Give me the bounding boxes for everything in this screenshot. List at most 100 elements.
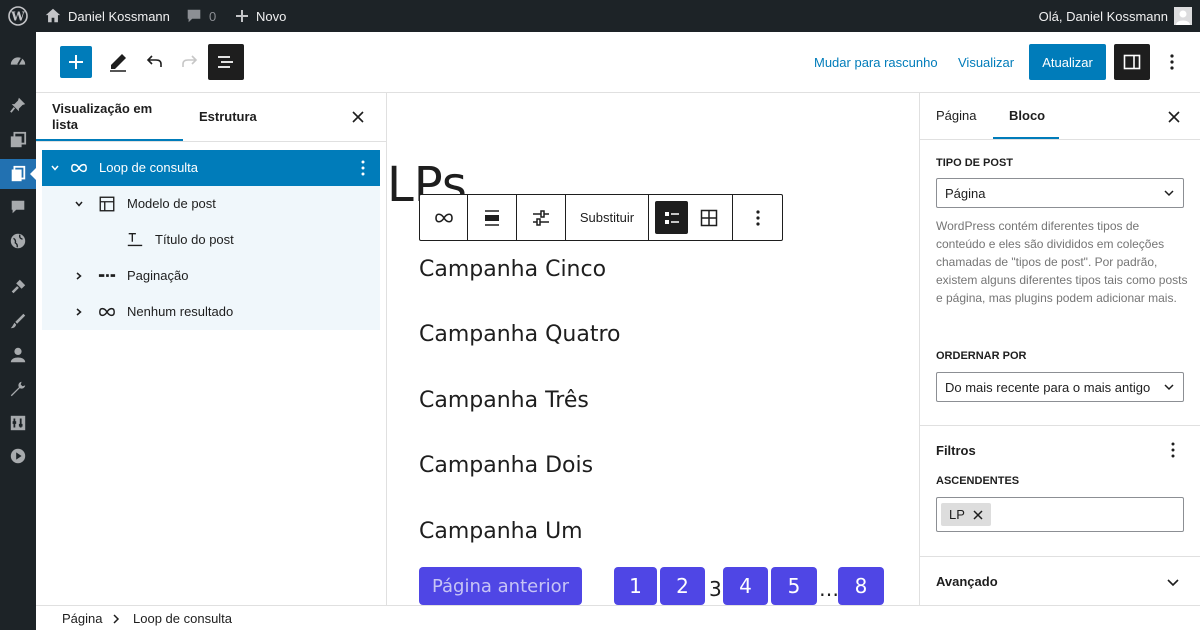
undo-button[interactable] — [138, 46, 170, 78]
post-title-item[interactable]: Campanha Um — [419, 519, 583, 544]
close-icon[interactable] — [973, 509, 983, 520]
loop-icon — [71, 163, 87, 173]
sidebar-icon — [1123, 54, 1141, 70]
new-content-link[interactable]: Novo — [234, 0, 286, 32]
list-item-pagination[interactable]: Paginação — [42, 258, 380, 294]
post-type-select[interactable]: Página — [936, 178, 1184, 208]
grid-icon — [700, 209, 717, 226]
list-view-layout-button[interactable] — [655, 201, 688, 234]
redo-button[interactable] — [174, 46, 206, 78]
tab-page[interactable]: Página — [936, 108, 976, 123]
plugins-menu[interactable] — [0, 272, 36, 302]
wordpress-logo-icon[interactable]: W — [8, 0, 28, 32]
options-menu-button[interactable] — [1160, 46, 1184, 78]
media-player-menu[interactable] — [0, 441, 36, 471]
pages-icon — [11, 165, 26, 182]
tools-button[interactable] — [102, 46, 134, 78]
preview-button[interactable]: Visualizar — [958, 44, 1014, 80]
chevron-down-icon[interactable] — [50, 163, 60, 173]
comment-icon — [187, 9, 201, 23]
advanced-heading[interactable]: Avançado — [936, 574, 998, 589]
display-settings-button[interactable] — [517, 195, 566, 240]
posts-menu[interactable] — [0, 90, 36, 120]
page-number-button[interactable]: 2 — [660, 567, 705, 605]
grid-view-layout-button[interactable] — [692, 201, 725, 234]
editor-canvas: LPs Substituir Campanha Cinco Campanha Q… — [387, 93, 919, 605]
media-icon — [10, 131, 27, 148]
parents-token-field[interactable]: LP — [936, 497, 1184, 532]
user-icon — [10, 347, 26, 363]
order-by-label: ORDERNAR POR — [936, 350, 1027, 362]
loop-icon — [434, 212, 453, 223]
site-name-link[interactable]: Daniel Kossmann — [44, 0, 170, 32]
appearance-menu[interactable] — [0, 226, 36, 256]
media-menu[interactable] — [0, 125, 36, 155]
globe-icon — [10, 233, 26, 249]
tools-brush-menu[interactable] — [0, 306, 36, 336]
current-page: 3 — [709, 577, 722, 601]
users-menu[interactable] — [0, 340, 36, 370]
divider — [920, 425, 1200, 426]
post-title-item[interactable]: Campanha Três — [419, 388, 589, 413]
chevron-right-icon[interactable] — [74, 271, 84, 281]
chevron-down-icon[interactable] — [74, 199, 84, 209]
post-type-help: WordPress contém diferentes tipos de con… — [936, 219, 1188, 305]
list-item-label: Título do post — [155, 232, 234, 247]
close-sidebar-button[interactable] — [1164, 107, 1184, 127]
list-item-post-template[interactable]: Modelo de post — [42, 186, 380, 222]
parent-token-label: LP — [949, 507, 965, 522]
previous-page-button[interactable]: Página anterior — [419, 567, 582, 605]
chevron-down-icon[interactable] — [1166, 575, 1180, 589]
loop-icon — [99, 307, 115, 317]
comments-menu[interactable] — [0, 192, 36, 222]
more-vertical-icon — [1171, 442, 1175, 458]
post-title-item[interactable]: Campanha Cinco — [419, 257, 606, 282]
chevron-right-icon[interactable] — [74, 307, 84, 317]
document-overview-button[interactable] — [208, 44, 244, 80]
breadcrumb-item[interactable]: Loop de consulta — [133, 611, 232, 626]
settings-menu[interactable] — [0, 408, 36, 438]
plus-icon — [69, 55, 83, 69]
breadcrumb-item[interactable]: Página — [62, 611, 102, 626]
play-icon — [10, 448, 26, 464]
pages-menu[interactable] — [0, 159, 36, 189]
post-type-value: Página — [945, 185, 986, 201]
chevron-down-icon — [1164, 190, 1174, 197]
post-type-label: TIPO DE POST — [936, 157, 1014, 169]
post-title-item[interactable]: Campanha Quatro — [419, 322, 620, 347]
tab-structure[interactable]: Estrutura — [199, 109, 257, 125]
page-number-button[interactable]: 5 — [771, 567, 817, 605]
list-layout-icon — [664, 211, 679, 224]
page-number-button[interactable]: 4 — [723, 567, 768, 605]
block-inserter-button[interactable] — [60, 46, 92, 78]
pencil-icon — [110, 54, 126, 72]
order-by-select[interactable]: Do mais recente para o mais antigo — [936, 372, 1184, 402]
dashboard-menu[interactable] — [0, 46, 36, 76]
tab-list-view[interactable]: Visualização em lista — [52, 101, 172, 133]
my-account-link[interactable]: Olá, Daniel Kossmann — [1039, 0, 1192, 32]
more-vertical-icon[interactable] — [360, 159, 366, 177]
post-title-item[interactable]: Campanha Dois — [419, 453, 593, 478]
comments-count: 0 — [209, 8, 217, 24]
filters-options-button[interactable] — [1166, 439, 1180, 461]
title-icon — [127, 233, 143, 247]
list-item-query-loop[interactable]: Loop de consulta — [42, 150, 380, 186]
tab-block[interactable]: Bloco — [1009, 108, 1045, 123]
block-type-button[interactable] — [420, 195, 468, 240]
switch-to-draft-button[interactable]: Mudar para rascunho — [814, 44, 938, 80]
parent-token: LP — [941, 503, 991, 526]
plug-icon — [11, 279, 26, 294]
update-button[interactable]: Atualizar — [1029, 44, 1106, 80]
replace-button[interactable]: Substituir — [566, 195, 649, 240]
pagination-icon — [98, 274, 116, 277]
comments-link[interactable]: 0 — [185, 0, 216, 32]
close-list-view-button[interactable] — [348, 107, 368, 127]
settings-sidebar-toggle[interactable] — [1114, 44, 1150, 80]
block-options-button[interactable] — [733, 195, 782, 240]
page-number-button[interactable]: 1 — [614, 567, 657, 605]
tools-menu[interactable] — [0, 374, 36, 404]
list-item-no-results[interactable]: Nenhum resultado — [42, 294, 380, 330]
list-item-post-title[interactable]: Título do post — [42, 222, 380, 258]
align-button[interactable] — [468, 195, 517, 240]
page-number-button[interactable]: 8 — [838, 567, 884, 605]
